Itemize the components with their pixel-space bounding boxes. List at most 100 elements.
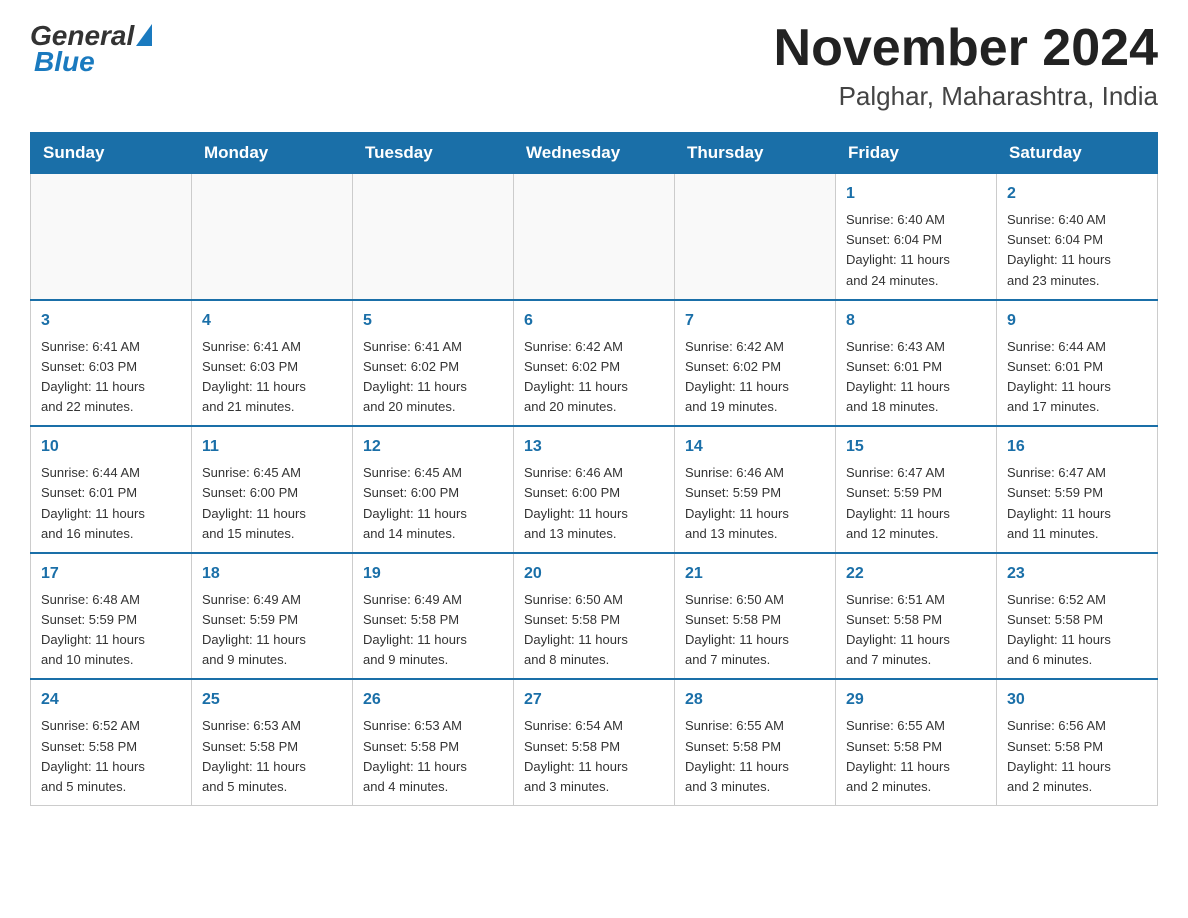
logo: General Blue <box>30 20 152 78</box>
calendar-title: November 2024 <box>774 20 1158 77</box>
day-number: 17 <box>41 562 181 586</box>
day-number: 16 <box>1007 435 1147 459</box>
weekday-header-thursday: Thursday <box>675 133 836 174</box>
calendar-header: SundayMondayTuesdayWednesdayThursdayFrid… <box>31 133 1158 174</box>
calendar-cell <box>675 174 836 300</box>
weekday-header-monday: Monday <box>192 133 353 174</box>
day-info: Sunrise: 6:54 AMSunset: 5:58 PMDaylight:… <box>524 718 628 793</box>
calendar-week-2: 3 Sunrise: 6:41 AMSunset: 6:03 PMDaylight… <box>31 300 1158 427</box>
day-number: 5 <box>363 309 503 333</box>
weekday-header-saturday: Saturday <box>997 133 1158 174</box>
day-number: 28 <box>685 688 825 712</box>
day-number: 12 <box>363 435 503 459</box>
day-info: Sunrise: 6:44 AMSunset: 6:01 PMDaylight:… <box>41 465 145 540</box>
day-number: 11 <box>202 435 342 459</box>
day-info: Sunrise: 6:55 AMSunset: 5:58 PMDaylight:… <box>685 718 789 793</box>
day-number: 13 <box>524 435 664 459</box>
calendar-cell: 2Sunrise: 6:40 AMSunset: 6:04 PMDaylight… <box>997 174 1158 300</box>
calendar-cell: 15Sunrise: 6:47 AMSunset: 5:59 PMDayligh… <box>836 426 997 553</box>
day-info: Sunrise: 6:41 AMSunset: 6:03 PMDaylight:… <box>41 339 145 414</box>
day-info: Sunrise: 6:49 AMSunset: 5:59 PMDaylight:… <box>202 592 306 667</box>
day-number: 27 <box>524 688 664 712</box>
day-number: 10 <box>41 435 181 459</box>
day-number: 14 <box>685 435 825 459</box>
calendar-cell: 27 Sunrise: 6:54 AMSunset: 5:58 PMDayligh… <box>514 679 675 805</box>
calendar-cell: 28 Sunrise: 6:55 AMSunset: 5:58 PMDayligh… <box>675 679 836 805</box>
day-number: 3 <box>41 309 181 333</box>
day-info: Sunrise: 6:53 AMSunset: 5:58 PMDaylight:… <box>202 718 306 793</box>
day-number: 26 <box>363 688 503 712</box>
calendar-cell: 5 Sunrise: 6:41 AMSunset: 6:02 PMDaylight… <box>353 300 514 427</box>
calendar-week-5: 24Sunrise: 6:52 AMSunset: 5:58 PMDayligh… <box>31 679 1158 805</box>
day-info: Sunrise: 6:53 AMSunset: 5:58 PMDaylight:… <box>363 718 467 793</box>
page-header: General Blue November 2024 Palghar, Maha… <box>30 20 1158 112</box>
weekday-header-wednesday: Wednesday <box>514 133 675 174</box>
calendar-cell: 21Sunrise: 6:50 AMSunset: 5:58 PMDayligh… <box>675 553 836 680</box>
day-number: 15 <box>846 435 986 459</box>
day-number: 19 <box>363 562 503 586</box>
weekday-header-sunday: Sunday <box>31 133 192 174</box>
calendar-cell: 20 Sunrise: 6:50 AMSunset: 5:58 PMDayligh… <box>514 553 675 680</box>
day-info: Sunrise: 6:46 AMSunset: 5:59 PMDaylight:… <box>685 465 789 540</box>
day-info: Sunrise: 6:52 AMSunset: 5:58 PMDaylight:… <box>1007 592 1111 667</box>
title-block: November 2024 Palghar, Maharashtra, Indi… <box>774 20 1158 112</box>
calendar-subtitle: Palghar, Maharashtra, India <box>774 81 1158 112</box>
day-info: Sunrise: 6:40 AMSunset: 6:04 PMDaylight:… <box>1007 212 1111 287</box>
calendar-cell: 26 Sunrise: 6:53 AMSunset: 5:58 PMDayligh… <box>353 679 514 805</box>
day-info: Sunrise: 6:47 AMSunset: 5:59 PMDaylight:… <box>1007 465 1111 540</box>
day-number: 8 <box>846 309 986 333</box>
calendar-cell: 12Sunrise: 6:45 AMSunset: 6:00 PMDayligh… <box>353 426 514 553</box>
calendar-cell: 6 Sunrise: 6:42 AMSunset: 6:02 PMDaylight… <box>514 300 675 427</box>
calendar-cell: 25 Sunrise: 6:53 AMSunset: 5:58 PMDayligh… <box>192 679 353 805</box>
day-number: 25 <box>202 688 342 712</box>
calendar-cell: 17 Sunrise: 6:48 AMSunset: 5:59 PMDayligh… <box>31 553 192 680</box>
calendar-cell: 3 Sunrise: 6:41 AMSunset: 6:03 PMDaylight… <box>31 300 192 427</box>
calendar-table: SundayMondayTuesdayWednesdayThursdayFrid… <box>30 132 1158 806</box>
day-number: 18 <box>202 562 342 586</box>
calendar-cell <box>353 174 514 300</box>
day-info: Sunrise: 6:40 AMSunset: 6:04 PMDaylight:… <box>846 212 950 287</box>
day-number: 6 <box>524 309 664 333</box>
calendar-cell: 23 Sunrise: 6:52 AMSunset: 5:58 PMDayligh… <box>997 553 1158 680</box>
day-info: Sunrise: 6:43 AMSunset: 6:01 PMDaylight:… <box>846 339 950 414</box>
calendar-body: 1 Sunrise: 6:40 AMSunset: 6:04 PMDaylight… <box>31 174 1158 806</box>
logo-triangle-icon <box>136 24 152 46</box>
day-info: Sunrise: 6:55 AMSunset: 5:58 PMDaylight:… <box>846 718 950 793</box>
logo-blue-text: Blue <box>34 46 95 77</box>
calendar-cell: 1 Sunrise: 6:40 AMSunset: 6:04 PMDaylight… <box>836 174 997 300</box>
day-number: 1 <box>846 182 986 206</box>
day-info: Sunrise: 6:44 AMSunset: 6:01 PMDaylight:… <box>1007 339 1111 414</box>
calendar-cell: 8 Sunrise: 6:43 AMSunset: 6:01 PMDaylight… <box>836 300 997 427</box>
calendar-cell: 30Sunrise: 6:56 AMSunset: 5:58 PMDayligh… <box>997 679 1158 805</box>
day-number: 20 <box>524 562 664 586</box>
calendar-cell: 4 Sunrise: 6:41 AMSunset: 6:03 PMDaylight… <box>192 300 353 427</box>
calendar-cell <box>192 174 353 300</box>
weekday-header-friday: Friday <box>836 133 997 174</box>
day-info: Sunrise: 6:42 AMSunset: 6:02 PMDaylight:… <box>524 339 628 414</box>
calendar-week-3: 10 Sunrise: 6:44 AMSunset: 6:01 PMDayligh… <box>31 426 1158 553</box>
day-number: 29 <box>846 688 986 712</box>
day-number: 9 <box>1007 309 1147 333</box>
calendar-week-1: 1 Sunrise: 6:40 AMSunset: 6:04 PMDaylight… <box>31 174 1158 300</box>
calendar-cell <box>31 174 192 300</box>
calendar-cell: 7Sunrise: 6:42 AMSunset: 6:02 PMDaylight… <box>675 300 836 427</box>
calendar-cell: 14 Sunrise: 6:46 AMSunset: 5:59 PMDayligh… <box>675 426 836 553</box>
calendar-cell: 24Sunrise: 6:52 AMSunset: 5:58 PMDayligh… <box>31 679 192 805</box>
day-info: Sunrise: 6:42 AMSunset: 6:02 PMDaylight:… <box>685 339 789 414</box>
calendar-cell: 16 Sunrise: 6:47 AMSunset: 5:59 PMDayligh… <box>997 426 1158 553</box>
day-info: Sunrise: 6:41 AMSunset: 6:03 PMDaylight:… <box>202 339 306 414</box>
day-info: Sunrise: 6:46 AMSunset: 6:00 PMDaylight:… <box>524 465 628 540</box>
day-number: 30 <box>1007 688 1147 712</box>
day-info: Sunrise: 6:49 AMSunset: 5:58 PMDaylight:… <box>363 592 467 667</box>
day-info: Sunrise: 6:50 AMSunset: 5:58 PMDaylight:… <box>524 592 628 667</box>
day-number: 4 <box>202 309 342 333</box>
calendar-week-4: 17 Sunrise: 6:48 AMSunset: 5:59 PMDayligh… <box>31 553 1158 680</box>
calendar-cell: 11 Sunrise: 6:45 AMSunset: 6:00 PMDayligh… <box>192 426 353 553</box>
day-info: Sunrise: 6:41 AMSunset: 6:02 PMDaylight:… <box>363 339 467 414</box>
day-info: Sunrise: 6:48 AMSunset: 5:59 PMDaylight:… <box>41 592 145 667</box>
day-number: 23 <box>1007 562 1147 586</box>
day-info: Sunrise: 6:45 AMSunset: 6:00 PMDaylight:… <box>202 465 306 540</box>
day-info: Sunrise: 6:50 AMSunset: 5:58 PMDaylight:… <box>685 592 789 667</box>
weekday-header-tuesday: Tuesday <box>353 133 514 174</box>
calendar-cell: 13 Sunrise: 6:46 AMSunset: 6:00 PMDayligh… <box>514 426 675 553</box>
